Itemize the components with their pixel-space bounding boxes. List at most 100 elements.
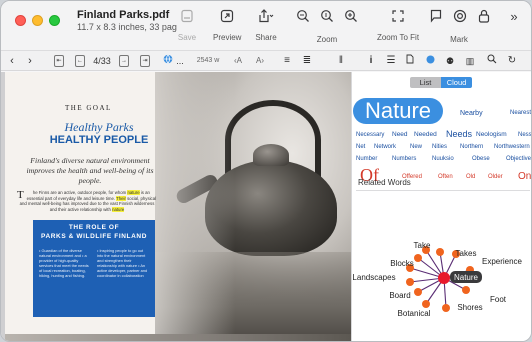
zoom-out-button[interactable]	[295, 9, 311, 28]
comment-button[interactable]	[429, 9, 443, 28]
related-words-graph: Nature Take Takes Blocks Experience Land…	[352, 241, 523, 318]
color-dot-icon[interactable]	[425, 54, 435, 68]
graph-label-foot[interactable]: Foot	[490, 295, 507, 304]
cloud-word-network[interactable]: Network	[374, 144, 396, 150]
first-page-icon[interactable]: ⇤	[54, 55, 64, 67]
related-divider	[356, 190, 530, 191]
save-button[interactable]: Save	[177, 9, 197, 42]
graph-node[interactable]	[414, 288, 422, 296]
globe-icon[interactable]	[163, 54, 173, 68]
cloud-word-number[interactable]: Number	[356, 156, 377, 162]
cloud-word-new[interactable]: New	[410, 144, 422, 150]
columns-icon[interactable]: ‖	[335, 54, 347, 68]
cloud-word-on[interactable]: On	[518, 172, 531, 182]
drop-cap: T	[17, 189, 24, 201]
forward-arrow-icon[interactable]: ›	[25, 54, 35, 68]
lock-button[interactable]	[477, 9, 491, 28]
document-title: Finland Parks.pdf	[77, 9, 170, 21]
highlight-nature-1[interactable]: nature	[127, 190, 140, 195]
page-indicator[interactable]: 4/33	[89, 54, 115, 68]
cloud-word-ness[interactable]: Ness	[518, 132, 531, 138]
more-toolbar-button[interactable]: »	[507, 9, 521, 24]
search-icon[interactable]	[487, 54, 497, 68]
cloud-word-nearest[interactable]: Nearest	[510, 110, 531, 116]
role-box: THE ROLE OF PARKS & WILDLIFE FINLAND • G…	[33, 220, 155, 317]
cloud-word-older[interactable]: Older	[488, 174, 503, 180]
graph-center-node[interactable]	[438, 272, 450, 284]
mark-button[interactable]	[453, 9, 467, 28]
zoom-window-button[interactable]	[49, 15, 60, 26]
list-icon[interactable]: ☰	[385, 54, 397, 68]
cloud-word-neologism[interactable]: Neologism	[476, 131, 507, 139]
graph-label-experience[interactable]: Experience	[482, 257, 523, 266]
zoom-in-button[interactable]	[343, 9, 359, 28]
role-column-right: • Inspiring people to go out into the na…	[97, 248, 148, 278]
highlight-nature-2[interactable]: nature	[112, 206, 125, 212]
zoom-to-fit-button[interactable]: Zoom To Fit	[373, 9, 423, 42]
cloud-word-necessary[interactable]: Necessary	[356, 132, 384, 138]
minimize-window-button[interactable]	[32, 15, 43, 26]
graph-node[interactable]	[436, 248, 444, 256]
align-justify-icon[interactable]: ≣	[301, 54, 313, 68]
graph-label-blocks[interactable]: Blocks	[390, 259, 414, 268]
share-icon	[257, 9, 275, 25]
graph-label-landscapes[interactable]: Landscapes	[352, 273, 395, 282]
pdf-view[interactable]: THE GOAL Healthy Parks HEALTHY PEOPLE Fi…	[1, 72, 351, 341]
graph-label-nature[interactable]: Nature	[454, 273, 479, 282]
previous-page-icon[interactable]: ←	[75, 55, 85, 67]
cloud-word-needs[interactable]: Needs	[446, 130, 472, 139]
cloud-word-often[interactable]: Often	[438, 174, 453, 180]
cloud-word-objective[interactable]: Objective	[506, 156, 531, 162]
cloud-word-obese[interactable]: Obese	[472, 156, 490, 162]
cloud-word-northern[interactable]: Northern	[460, 144, 483, 150]
document-subtitle: 11.7 x 8.3 inches, 33 pag...	[77, 22, 177, 32]
graph-label-board[interactable]: Board	[389, 291, 410, 300]
graph-label-takes[interactable]: Takes	[456, 249, 477, 258]
font-decrease-icon[interactable]: ‹A	[231, 54, 245, 68]
last-page-icon[interactable]: ⇥	[140, 55, 150, 67]
share-button[interactable]: Share	[253, 9, 279, 42]
info-icon[interactable]: i	[366, 54, 376, 68]
close-window-button[interactable]	[15, 15, 26, 26]
cloud-word-needed[interactable]: Needed	[414, 131, 437, 139]
graph-label-take[interactable]: Take	[414, 241, 431, 250]
actual-size-button[interactable]	[319, 9, 335, 28]
cloud-word-net[interactable]: Net	[356, 144, 365, 150]
target-icon	[453, 9, 467, 25]
mark-label-text: Mark	[450, 35, 468, 44]
highlight-their[interactable]: Their	[116, 195, 126, 201]
pdf-page: THE GOAL Healthy Parks HEALTHY PEOPLE Fi…	[5, 72, 351, 341]
cloud-word-northwestern[interactable]: Northwestern	[494, 144, 530, 150]
graph-node[interactable]	[422, 300, 430, 308]
graph-label-botanical[interactable]: Botanical	[398, 309, 431, 318]
graph-node[interactable]	[462, 286, 470, 294]
list-tab[interactable]: List	[410, 77, 441, 88]
preview-button[interactable]: Preview	[213, 9, 241, 42]
cloud-word-nities[interactable]: Nities	[432, 144, 447, 150]
graph-label-shores[interactable]: Shores	[457, 303, 482, 312]
align-left-icon[interactable]: ≡	[281, 54, 293, 68]
cloud-word-need[interactable]: Need	[392, 131, 408, 139]
bookmark-icon[interactable]: ▥	[465, 54, 475, 68]
pin-icon[interactable]: ⚉	[445, 54, 455, 68]
document-icon[interactable]	[405, 54, 415, 68]
cloud-word-numbers[interactable]: Numbers	[392, 156, 416, 162]
back-arrow-icon[interactable]: ‹	[7, 54, 17, 68]
zoom-in-icon	[344, 9, 358, 25]
cloud-word-nearby[interactable]: Nearby	[460, 110, 483, 117]
font-increase-icon[interactable]: A›	[253, 54, 267, 68]
cloud-word-nuuksio[interactable]: Nuuksio	[432, 156, 454, 162]
share-label: Share	[255, 33, 277, 42]
graph-node[interactable]	[414, 254, 422, 262]
next-page-icon[interactable]: →	[119, 55, 129, 67]
cloud-tab[interactable]: Cloud	[441, 77, 472, 88]
cloud-word-nature[interactable]: Nature	[353, 98, 443, 124]
graph-node[interactable]	[442, 304, 450, 312]
graph-node[interactable]	[406, 278, 414, 286]
cloud-word-old[interactable]: Old	[466, 174, 475, 180]
zoom-to-fit-icon	[391, 9, 405, 25]
refresh-icon[interactable]: ↻	[507, 54, 517, 68]
preview-label: Preview	[213, 33, 242, 42]
word-cloud-panel: List Cloud Nature Nearby Nearest Necessa…	[351, 72, 531, 341]
role-column-left: • Guardian of the diverse natural enviro…	[39, 248, 89, 278]
